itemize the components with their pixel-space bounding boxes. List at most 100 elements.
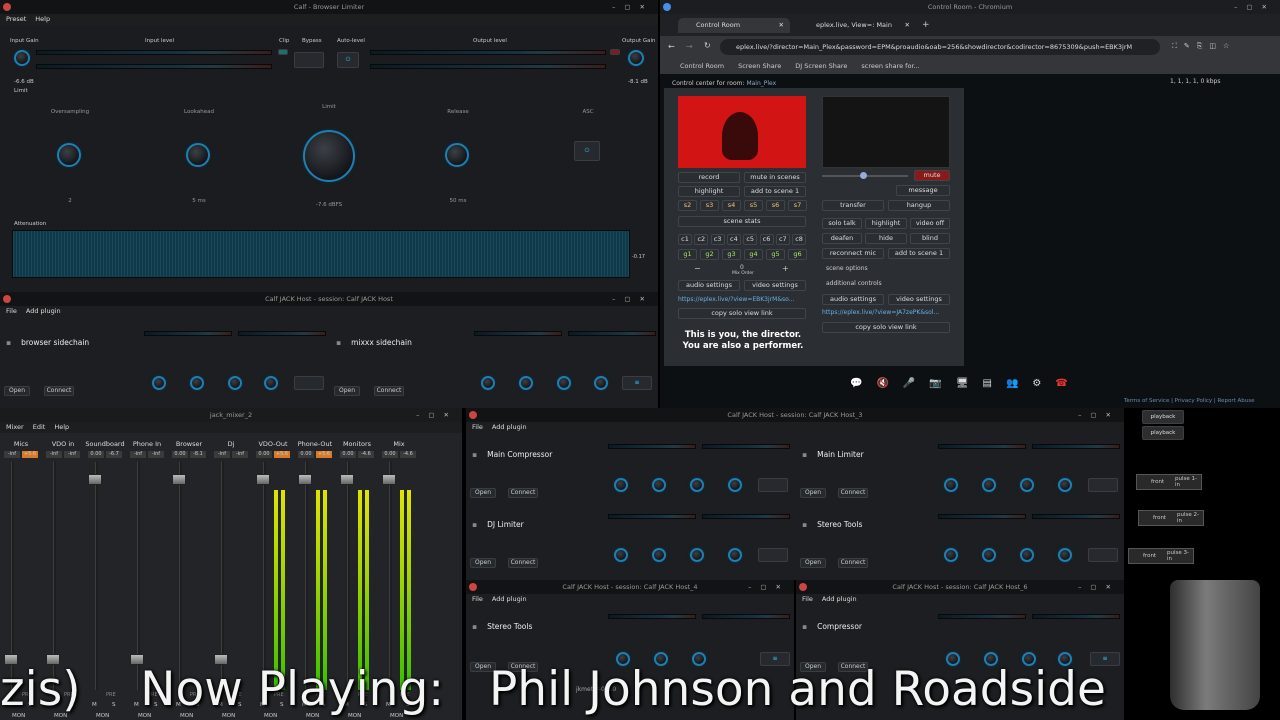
scene-s4-button[interactable]: s4 [722,200,741,211]
limit-knob[interactable] [303,130,355,182]
plugin-remove-icon[interactable]: ▪ [6,338,11,347]
add-to-scene-button[interactable]: add to scene 1 [744,186,806,197]
connect-button[interactable]: Connect [44,386,74,396]
menu-file[interactable]: File [472,423,483,431]
menu-add-plugin[interactable]: Add plugin [26,307,61,315]
bypass-button[interactable] [294,376,324,390]
bypass-button[interactable]: ≡ [622,376,652,390]
volume-slider[interactable] [822,172,908,179]
speaker-mute-icon[interactable]: 🔇 [876,378,902,389]
open-button[interactable]: Open [4,386,30,396]
ratio-knob[interactable] [944,548,958,562]
release-knob[interactable] [445,143,469,167]
extensions-icons[interactable]: ⛶✎⎘◫☆ [1172,42,1236,51]
connect-button[interactable]: Connect [838,488,868,498]
patch-node[interactable]: front pulse 1-in [1136,474,1202,490]
threshold-knob[interactable] [982,548,996,562]
video-off-button[interactable]: video off [910,218,950,229]
deafen-button[interactable]: deafen [822,233,862,244]
audio-settings-button[interactable]: audio settings [678,280,740,291]
input-gain-knob[interactable] [14,50,30,66]
lookahead-knob[interactable] [186,143,210,167]
scene-options-toggle[interactable]: scene options [826,265,868,272]
ratio-knob[interactable] [614,548,628,562]
patch-node[interactable]: front pulse 3-in [1128,548,1194,564]
fader-handle[interactable] [256,474,270,485]
group-c5-button[interactable]: c5 [743,234,758,245]
threshold-knob[interactable] [652,548,666,562]
output-gain-knob[interactable] [628,50,644,66]
scene-s2-button[interactable]: s2 [678,200,697,211]
makeup-knob[interactable] [228,376,242,390]
connect-button[interactable]: Connect [508,558,538,568]
scene-s3-button[interactable]: s3 [700,200,719,211]
open-button[interactable]: Open [800,558,826,568]
back-icon[interactable]: ← [668,42,675,51]
participants-icon[interactable]: 👥 [1006,378,1032,389]
bookmark-item[interactable]: Screen Share [738,62,781,70]
settings-gear-icon[interactable]: ⚙ [1032,378,1055,389]
menu-file[interactable]: File [802,595,813,603]
message-button[interactable]: message [896,185,950,196]
group-c3-button[interactable]: c3 [710,234,725,245]
menu-mixer[interactable]: Mixer [6,423,24,431]
window-controls[interactable]: –▢✕ [612,292,654,306]
mix-knob[interactable] [594,376,608,390]
add-to-scene-guest-button[interactable]: add to scene 1 [888,248,950,259]
window-controls[interactable]: –▢✕ [416,408,458,422]
menu-help[interactable]: Help [35,15,50,23]
group-g1-button[interactable]: g1 [678,249,697,260]
connect-button[interactable]: Connect [838,558,868,568]
plugin-remove-icon[interactable]: ▪ [472,450,477,459]
auto-level-button[interactable]: ⏻ [337,52,359,68]
scene-stats-button[interactable]: scene stats [678,216,806,227]
copy-solo-link-button[interactable]: copy solo view link [678,308,806,319]
group-g2-button[interactable]: g2 [700,249,719,260]
group-c1-button[interactable]: c1 [678,234,692,245]
blind-button[interactable]: blind [910,233,950,244]
menu-file[interactable]: File [472,595,483,603]
group-c6-button[interactable]: c6 [759,234,774,245]
connect-button[interactable]: Connect [374,386,404,396]
guest-solo-link[interactable]: https://eplex.live/?view=JA7zePK&sol... [822,309,952,316]
mic-icon[interactable]: 🎤 [903,378,929,389]
asc-button[interactable]: ⏻ [574,141,600,161]
open-button[interactable]: Open [470,558,496,568]
solo-link[interactable]: https://eplex.live/?view=EBK3jrM&so... [678,296,808,303]
patch-node[interactable]: playback [1142,410,1184,424]
hangup-button[interactable]: hangup [888,200,950,211]
highlight-button[interactable]: highlight [678,186,740,197]
window-controls[interactable]: –▢✕ [1078,408,1120,422]
plugin-remove-icon[interactable]: ▪ [802,622,807,631]
ratio-knob[interactable] [614,478,628,492]
oversampling-knob[interactable] [57,143,81,167]
scene-s6-button[interactable]: s6 [766,200,785,211]
threshold-knob[interactable] [519,376,533,390]
threshold-knob[interactable] [190,376,204,390]
group-g4-button[interactable]: g4 [744,249,763,260]
slider-handle[interactable] [860,172,867,179]
screen-share-icon[interactable]: 🖥 [956,378,983,389]
video-settings-button[interactable]: video settings [744,280,806,291]
patch-node[interactable]: front pulse 2-in [1138,510,1204,526]
scene-s7-button[interactable]: s7 [788,200,807,211]
plugin-remove-icon[interactable]: ▪ [472,520,477,529]
address-bar[interactable]: eplex.live/?director=Main_Plex&password=… [720,39,1160,55]
chat-icon[interactable]: 💬 [850,378,876,389]
bypass-button[interactable] [1088,478,1118,492]
tab-control-room[interactable]: Control Room ✕ [678,18,790,33]
makeup-knob[interactable] [690,478,704,492]
menu-file[interactable]: File [6,307,17,315]
makeup-knob[interactable] [690,548,704,562]
patch-node[interactable]: playback [1142,426,1184,440]
menu-help[interactable]: Help [54,423,69,431]
footer-links[interactable]: Terms of Service | Privacy Policy | Repo… [1124,398,1254,404]
bypass-button[interactable] [758,548,788,562]
bookmark-item[interactable]: DJ Screen Share [795,62,847,70]
record-button[interactable]: record [678,172,740,183]
open-button[interactable]: Open [800,488,826,498]
solo-talk-button[interactable]: solo talk [822,218,862,229]
group-c4-button[interactable]: c4 [726,234,741,245]
hangup-icon[interactable]: ☎ [1055,378,1081,389]
ratio-knob[interactable] [944,478,958,492]
